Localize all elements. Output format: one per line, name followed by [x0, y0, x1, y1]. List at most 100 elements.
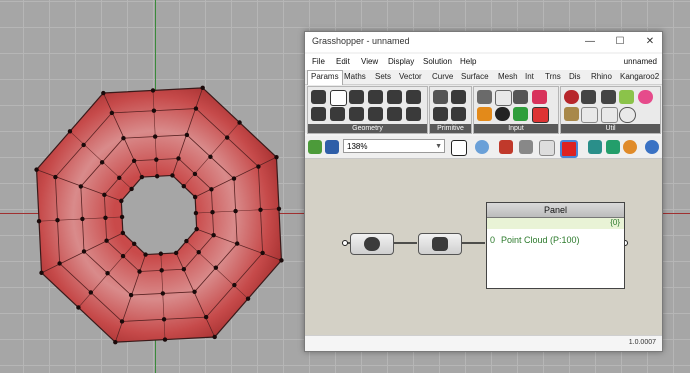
mesh-component[interactable]	[350, 233, 394, 255]
mesh-vertex	[210, 210, 215, 215]
mesh-param-icon[interactable]	[406, 90, 421, 104]
brep-icon[interactable]	[368, 90, 383, 104]
color-wheel-icon[interactable]	[623, 140, 637, 154]
control-knob-icon[interactable]	[495, 107, 510, 121]
curve-icon[interactable]	[311, 107, 326, 121]
group-util: Util	[560, 86, 661, 134]
tab-mesh[interactable]: Mesh	[498, 72, 518, 81]
tab-maths[interactable]: Maths	[344, 72, 366, 81]
number-icon[interactable]	[433, 107, 448, 121]
maximize-button[interactable]: ☐	[610, 35, 630, 49]
box-icon[interactable]	[349, 90, 364, 104]
mesh-vertex	[120, 230, 126, 236]
zoom-dropdown[interactable]: 138% ▼	[343, 139, 445, 153]
shaded-preview-icon[interactable]	[560, 140, 578, 158]
tab-trns[interactable]: Trns	[545, 72, 561, 81]
graph-icon[interactable]	[477, 107, 492, 121]
zoom-value: 138%	[347, 142, 368, 151]
panel-component[interactable]: Panel {0} 0 Point Cloud (P:100)	[486, 202, 625, 289]
mesh-vertex	[231, 176, 237, 181]
tab-kangaroo2[interactable]: Kangaroo2	[620, 72, 659, 81]
mesh-vertex	[53, 174, 58, 180]
globe-icon[interactable]	[645, 140, 659, 154]
relay-icon[interactable]	[601, 90, 616, 104]
zoom-extents-icon[interactable]	[451, 140, 467, 156]
minimize-button[interactable]: —	[580, 35, 600, 49]
mesh-vertex	[139, 174, 145, 180]
wire-display-icon[interactable]	[519, 140, 533, 154]
line-icon[interactable]	[368, 107, 383, 121]
mesh-vertex	[181, 184, 186, 189]
button-icon[interactable]	[513, 90, 528, 104]
title-bar[interactable]: Grasshopper - unnamed — ☐ ✕	[305, 32, 662, 52]
close-button[interactable]: ✕	[640, 35, 660, 49]
circular-arc-icon[interactable]	[387, 90, 402, 104]
grasshopper-window[interactable]: Grasshopper - unnamed — ☐ ✕ File Edit Vi…	[304, 31, 663, 352]
mesh-vertex	[274, 154, 279, 160]
save-file-icon[interactable]	[325, 140, 339, 154]
gradient-icon[interactable]	[532, 90, 547, 104]
mesh-vertex	[81, 249, 87, 254]
menu-solution[interactable]: Solution	[423, 57, 452, 66]
cherry-icon[interactable]	[564, 90, 579, 104]
integer-icon[interactable]	[451, 90, 466, 104]
plane-icon[interactable]	[387, 107, 402, 121]
tab-int[interactable]: Int	[525, 72, 534, 81]
sketch-pen-icon[interactable]	[499, 140, 513, 154]
flask-icon[interactable]	[638, 90, 653, 104]
group-primitive: Primitive	[429, 86, 472, 134]
import-icon[interactable]	[477, 90, 492, 104]
data-dam-icon[interactable]	[581, 90, 596, 104]
text-icon[interactable]	[451, 107, 466, 121]
open-file-icon[interactable]	[308, 140, 322, 154]
version-label: 1.0.0007	[628, 339, 656, 346]
value-list-icon[interactable]	[532, 107, 549, 123]
mesh-vertex	[137, 269, 142, 274]
boolean-icon[interactable]	[433, 90, 448, 104]
grasshopper-canvas[interactable]: Panel {0} 0 Point Cloud (P:100)	[305, 159, 662, 335]
tab-curve[interactable]: Curve	[432, 72, 453, 81]
mesh-vertex	[119, 198, 124, 204]
pointcloud-component[interactable]	[418, 233, 462, 255]
menu-view[interactable]: View	[361, 57, 378, 66]
mesh-vertex	[120, 253, 126, 259]
menu-file[interactable]: File	[312, 57, 325, 66]
group-param-icon[interactable]	[349, 107, 364, 121]
magnifier-icon[interactable]	[619, 107, 636, 123]
preview-eye-icon[interactable]	[475, 140, 489, 154]
hops-icon[interactable]	[619, 90, 634, 104]
mesh-vertex	[117, 175, 122, 181]
component-tabs: Params Maths Sets Vector Curve Surface M…	[305, 70, 662, 85]
geometry-icon[interactable]	[311, 90, 326, 104]
bake-icon[interactable]	[606, 140, 620, 154]
circle-icon[interactable]	[330, 90, 347, 106]
mesh-vertex	[154, 174, 160, 179]
preview-mode-icon[interactable]	[539, 140, 555, 156]
mesh-vertex	[176, 156, 181, 161]
menu-help[interactable]: Help	[460, 57, 476, 66]
selected-only-icon[interactable]	[588, 140, 602, 154]
fuse-icon[interactable]	[564, 107, 579, 121]
tab-surface[interactable]: Surface	[461, 72, 489, 81]
field-icon[interactable]	[330, 107, 345, 121]
jump-arrow-icon[interactable]	[601, 107, 618, 123]
tab-dis[interactable]: Dis	[569, 72, 581, 81]
mesh-vertex	[193, 210, 199, 216]
slider-icon[interactable]	[495, 90, 512, 106]
tab-rhino[interactable]: Rhino	[591, 72, 612, 81]
input-grip[interactable]	[342, 240, 348, 246]
tab-sets[interactable]: Sets	[375, 72, 391, 81]
mesh-vertex	[152, 134, 158, 139]
mesh-vertex	[192, 194, 198, 200]
tab-vector[interactable]: Vector	[399, 72, 422, 81]
matrix-icon[interactable]	[513, 107, 528, 121]
tab-params[interactable]: Params	[307, 70, 343, 85]
mesh-vertex	[258, 207, 263, 212]
menu-edit[interactable]: Edit	[336, 57, 350, 66]
menu-display[interactable]: Display	[388, 57, 414, 66]
abc-icon[interactable]	[581, 107, 598, 123]
surface-icon[interactable]	[406, 107, 421, 121]
mesh-vertex	[119, 214, 125, 220]
panel-title: Panel	[487, 203, 624, 218]
mesh-vertex	[184, 238, 189, 244]
